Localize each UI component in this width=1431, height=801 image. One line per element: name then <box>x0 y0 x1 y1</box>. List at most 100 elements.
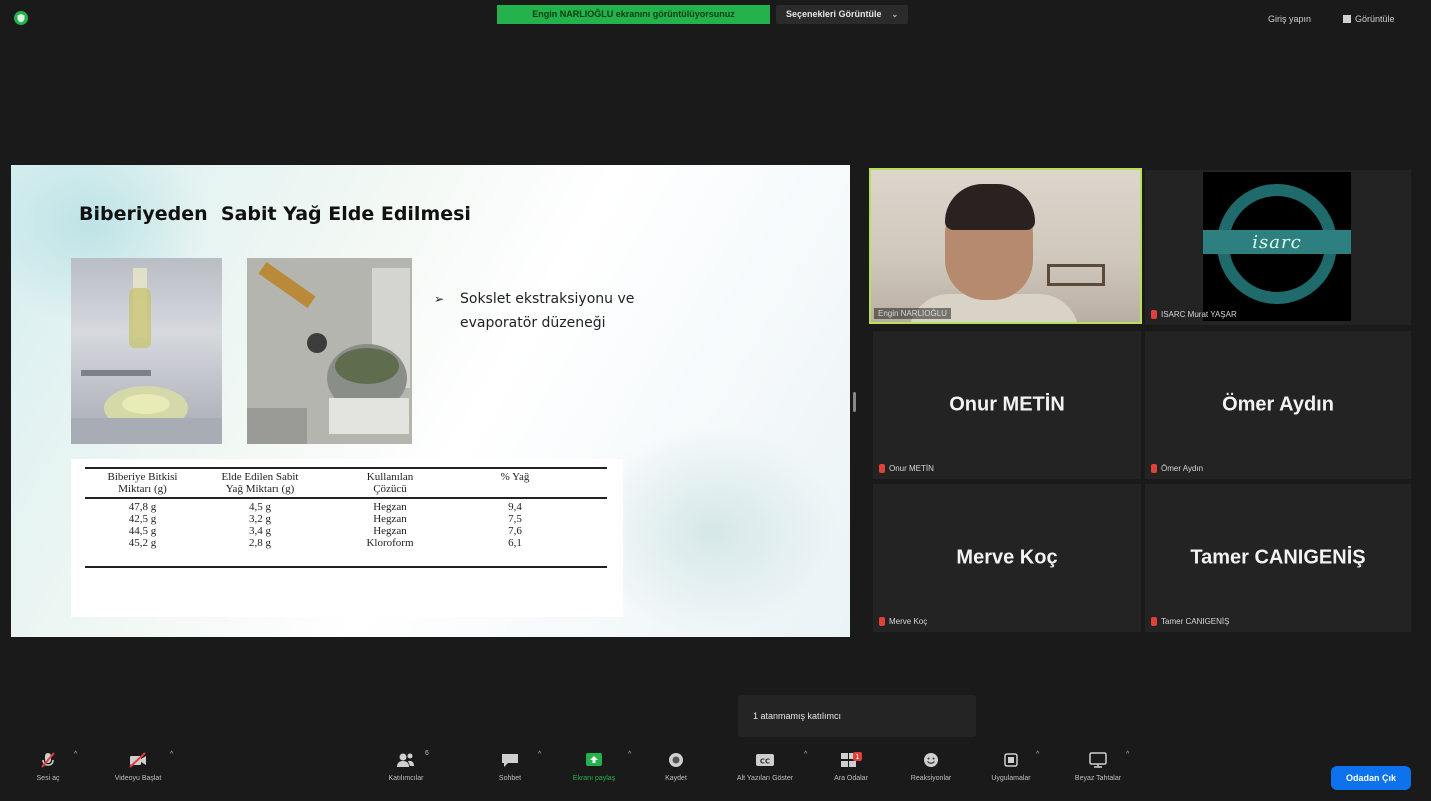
unmute-button[interactable]: Sesi aç <box>28 751 68 782</box>
breakout-rooms-button[interactable]: 1 Ara Odalar <box>826 751 876 782</box>
meeting-window: Engin NARLIOĞLU ekranını görüntülüyorsun… <box>0 0 1431 801</box>
view-button[interactable]: Görüntüle <box>1343 14 1395 24</box>
record-icon <box>669 753 683 767</box>
participant-name-label: Merve Koç <box>879 617 927 626</box>
participant-display-name: Ömer Aydın <box>1222 393 1334 416</box>
chat-options-caret[interactable]: ^ <box>538 751 541 758</box>
video-options-caret[interactable]: ^ <box>170 751 173 758</box>
participant-name: Onur METİN <box>889 464 934 473</box>
table-header <box>460 483 570 495</box>
record-button[interactable]: Kaydet <box>656 751 696 782</box>
muted-mic-icon <box>1151 310 1157 319</box>
table-header: Biberiye Bitkisi <box>107 471 178 483</box>
table-cell: 42,5 g <box>128 513 157 525</box>
participant-name: ISARC Murat YAŞAR <box>1161 310 1237 319</box>
participant-name: Merve Koç <box>889 617 928 626</box>
chevron-up-icon: ^ <box>74 751 78 758</box>
participant-tile-tamer[interactable]: Tamer CANIGENİŞ Tamer CANIGENİŞ <box>1145 484 1411 632</box>
participant-name: Ömer Aydın <box>1161 464 1204 473</box>
audio-options-caret[interactable]: ^ <box>74 751 77 758</box>
whiteboards-label: Beyaz Tahtalar <box>1074 775 1122 782</box>
view-options-label: Seçenekleri Görüntüle <box>786 9 882 19</box>
whiteboard-options-caret[interactable]: ^ <box>1126 751 1129 758</box>
table-row: 42,5 g 3,2 g Hegzan 7,5 <box>85 513 607 525</box>
muted-mic-icon <box>1151 617 1157 626</box>
table-cell: 3,4 g <box>249 525 271 537</box>
table-cell: Kloroform <box>366 537 414 549</box>
share-options-caret[interactable]: ^ <box>628 751 631 758</box>
share-screen-button[interactable]: Ekranı paylaş <box>560 751 628 782</box>
table-cell: 44,5 g <box>128 525 157 537</box>
view-options-button[interactable]: Seçenekleri Görüntüle ⌄ <box>776 5 909 24</box>
results-table: Biberiye Bitkisi Elde Edilen Sabit Kulla… <box>71 459 623 617</box>
table-cell: 45,2 g <box>128 537 157 549</box>
reaction-smiley-icon <box>924 753 938 767</box>
participant-display-name: Merve Koç <box>956 546 1058 569</box>
table-cell: Hegzan <box>373 525 407 537</box>
panel-resize-handle[interactable] <box>853 392 856 412</box>
breakout-badge: 1 <box>855 753 859 761</box>
breakout-rooms-icon: 1 <box>841 752 862 767</box>
participants-icon <box>397 753 414 767</box>
participant-tile-onur[interactable]: Onur METİN Onur METİN <box>873 331 1141 479</box>
apps-label: Uygulamalar <box>991 775 1031 782</box>
unassigned-participants-tooltip: 1 atanmamış katılımcı <box>738 695 976 737</box>
table-cell: 4,5 g <box>249 501 271 513</box>
table-header: Kullanılan <box>366 471 414 483</box>
table-header: Miktarı (g) <box>118 483 167 495</box>
bullet-line: evaporatör düzeneği <box>460 315 606 331</box>
table-row: 44,5 g 3,4 g Hegzan 7,6 <box>85 525 607 537</box>
grid-view-icon <box>1343 15 1351 23</box>
screen-share-banner: Engin NARLIOĞLU ekranını görüntülüyorsun… <box>497 5 770 24</box>
table-header: Elde Edilen Sabit <box>221 471 299 483</box>
muted-mic-icon <box>1151 464 1157 473</box>
slide-bullet: ➢ Sokslet ekstraksiyonu ve evaporatör dü… <box>434 287 634 335</box>
record-label: Kaydet <box>665 775 687 782</box>
unmute-label: Sesi aç <box>36 775 60 782</box>
table-cell: 47,8 g <box>128 501 157 513</box>
participant-tile-omer[interactable]: Ömer Aydın Ömer Aydın <box>1145 331 1411 479</box>
table-cell: Hegzan <box>373 513 407 525</box>
participants-count: 6 <box>425 750 429 757</box>
apps-icon <box>1004 753 1018 767</box>
muted-mic-icon <box>879 464 885 473</box>
leave-rooms-button[interactable]: Odadan Çık <box>1331 766 1411 790</box>
table-cell: 3,2 g <box>249 513 271 525</box>
participant-name-label: Engin NARLIOĞLU <box>874 308 951 319</box>
participant-tile-isarc[interactable]: isarc ISARC Murat YAŞAR <box>1145 170 1411 325</box>
evaporator-photo <box>247 258 412 444</box>
share-screen-label: Ekranı paylaş <box>572 775 616 782</box>
table-cell: 7,5 <box>508 513 522 525</box>
security-shield-icon[interactable] <box>14 11 28 25</box>
chevron-up-icon: ^ <box>628 751 632 758</box>
reactions-button[interactable]: Reaksiyonlar <box>898 751 964 782</box>
participant-name: Tamer CANIGENİŞ <box>1161 617 1230 626</box>
muted-microphone-icon <box>41 752 55 768</box>
chat-icon <box>502 754 518 767</box>
participant-name-label: ISARC Murat YAŞAR <box>1151 310 1237 319</box>
sign-in-link[interactable]: Giriş yapın <box>1268 14 1311 24</box>
chevron-up-icon: ^ <box>538 751 542 758</box>
isarc-logo-text: isarc <box>1252 232 1302 253</box>
table-cell: 7,6 <box>508 525 522 537</box>
table-header-row: Miktarı (g) Yağ Miktarı (g) Çözücü <box>85 483 607 495</box>
svg-text:CC: CC <box>760 758 770 766</box>
captions-options-caret[interactable]: ^ <box>804 751 807 758</box>
participant-tile-merve[interactable]: Merve Koç Merve Koç <box>873 484 1141 632</box>
chevron-up-icon: ^ <box>804 751 808 758</box>
participant-name-label: Tamer CANIGENİŞ <box>1151 617 1229 626</box>
table-header: Yağ Miktarı (g) <box>225 483 295 495</box>
captions-button[interactable]: CC Alt Yazıları Göster <box>722 751 808 782</box>
table-row: 45,2 g 2,8 g Kloroform 6,1 <box>85 537 607 549</box>
participant-name-label: Ömer Aydın <box>1151 464 1203 473</box>
participant-video-tile[interactable]: Engin NARLIOĞLU <box>869 168 1142 324</box>
chat-button[interactable]: Sohbet <box>488 751 532 782</box>
whiteboard-icon <box>1089 752 1107 768</box>
video-off-icon <box>129 752 146 768</box>
apps-options-caret[interactable]: ^ <box>1036 751 1039 758</box>
table-header: % Yağ <box>500 471 530 483</box>
view-label: Görüntüle <box>1355 14 1395 24</box>
chevron-down-icon: ⌄ <box>891 10 899 19</box>
table-cell: 2,8 g <box>249 537 271 549</box>
start-video-button[interactable]: Videoyu Başlat <box>96 751 180 782</box>
